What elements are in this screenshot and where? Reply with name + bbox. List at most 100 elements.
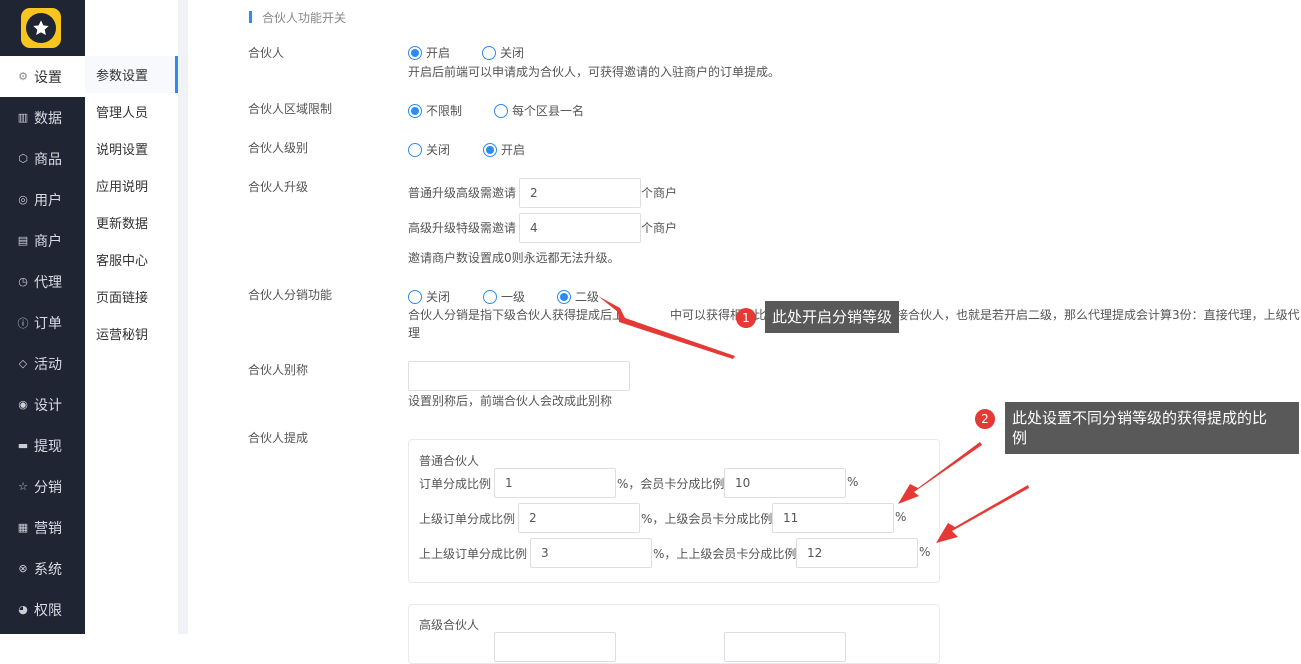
nav-item-label: 分销 [34,479,62,496]
submenu-item-0[interactable]: 参数设置 [85,56,178,93]
nav-item-label: 设计 [34,397,62,414]
nav-item-label: 提现 [34,438,62,455]
distribution-hint-part2: 中可以获得相应比例 [670,308,779,322]
submenu-item-3[interactable]: 应用说明 [85,167,178,204]
submenu-item-4[interactable]: 更新数据 [85,204,178,241]
level-radio-off[interactable]: 关闭 [408,141,450,158]
region-limit-label: 合伙人区域限制 [248,102,333,116]
nav-item-6[interactable]: ⓘ 订单 [0,302,85,343]
distribution-radio-off[interactable]: 关闭 [408,288,450,305]
radio-dot-icon [483,142,497,157]
radio-dot-icon [482,45,496,60]
card-icon: ▬ [17,439,29,452]
radio-dot-icon [408,45,422,60]
nav-item-label: 权限 [34,602,62,619]
advanced-upgrade-unit: 个商户 [641,221,678,235]
settings-submenu: 参数设置 管理人员 说明设置 应用说明 更新数据 客服中心 页面链接 运营秘钥 [85,0,178,634]
star-icon: ☆ [18,480,28,493]
nav-item-5[interactable]: ◷ 代理 [0,261,85,302]
nav-item-1[interactable]: ▥ 数据 [0,97,85,138]
palette-icon: ◉ [18,398,28,411]
partner-radio-on[interactable]: 开启 [408,44,450,61]
normal-upgrade-label: 普通升级高级需邀请 [408,186,517,200]
nav-item-12[interactable]: ⊗ 系统 [0,548,85,589]
normal-upgrade-input[interactable] [519,178,641,208]
alias-hint: 设置别称后，前端合伙人会改成此别称 [408,394,613,408]
submenu-item-7[interactable]: 运营秘钥 [85,315,178,352]
radio-dot-icon [408,103,422,118]
region-radio-one-per-county[interactable]: 每个区县一名 [494,102,584,119]
nav-item-label: 代理 [34,274,62,291]
annotation-badge-1: 1 [736,308,756,328]
store-icon: ▤ [17,234,29,247]
nav-item-label: 设置 [34,69,62,86]
partner-radio-off[interactable]: 关闭 [482,44,524,61]
clock-icon: ◷ [18,275,28,288]
app-logo[interactable] [21,8,61,48]
up-card-ratio-input[interactable] [772,503,894,533]
nav-item-label: 用户 [34,192,62,209]
alias-label: 合伙人别称 [248,363,309,377]
commission-label: 合伙人提成 [248,431,309,445]
normal-partner-title: 普通合伙人 [419,454,480,468]
distribution-hint-line2: 理 [408,326,421,340]
submenu-item-6[interactable]: 页面链接 [85,278,178,315]
region-radio-unlimited[interactable]: 不限制 [408,102,462,119]
content-gutter [178,0,188,634]
nav-item-11[interactable]: ▦ 营销 [0,507,85,548]
submenu-item-5[interactable]: 客服中心 [85,241,178,278]
nav-item-8[interactable]: ◉ 设计 [0,384,85,425]
section-title: 合伙人功能开关 [262,11,347,25]
bar-chart-icon: ▥ [17,111,29,124]
order-ratio-label: 订单分成比例 [419,477,492,491]
nav-item-label: 订单 [34,315,62,332]
nav-item-13[interactable]: ◕ 权限 [0,589,85,630]
submenu-item-2[interactable]: 说明设置 [85,130,178,167]
level-radio-on[interactable]: 开启 [483,141,525,158]
nav-item-0[interactable]: ⚙ 设置 [0,56,85,97]
upup-order-ratio-input[interactable] [530,538,652,568]
radio-dot-icon [408,289,422,304]
nav-item-7[interactable]: ◇ 活动 [0,343,85,384]
distribution-radio-level1[interactable]: 一级 [483,288,525,305]
upup-card-ratio-input[interactable] [796,538,918,568]
distribution-hint-part1: 合伙人分销是指下级合伙人获得提成后上 [408,308,625,322]
submenu-item-1[interactable]: 管理人员 [85,93,178,130]
nav-item-9[interactable]: ▬ 提现 [0,425,85,466]
annotation-tip-2-line2: 例 [1012,429,1028,447]
advanced-upgrade-input[interactable] [519,213,641,243]
nav-item-3[interactable]: ◎ 用户 [0,179,85,220]
cube-icon: ⬡ [18,152,28,165]
compass-icon: ◕ [18,603,28,616]
card-ratio-input[interactable] [724,468,846,498]
alias-input[interactable] [408,361,630,391]
distribution-radio-level2[interactable]: 二级 [557,288,599,305]
order-ratio-input[interactable] [494,468,616,498]
radio-dot-icon [483,289,497,304]
upgrade-hint: 邀请商户数设置成0则永远都无法升级。 [408,251,620,265]
annotation-tip-2: 此处设置不同分销等级的获得提成的比 例 [1005,402,1299,454]
annotation-tip-1: 此处开启分销等级 [765,301,900,333]
radio-dot-icon [557,289,571,304]
level-label: 合伙人级别 [248,141,309,155]
annotation-tip-2-line1: 此处设置不同分销等级的获得提成的比 [1012,409,1268,427]
section-accent-bar [249,11,252,23]
upup-card-ratio-percent: % [919,545,931,559]
partner-hint: 开启后前端可以申请成为合伙人，可获得邀请的入驻商户的订单提成。 [408,65,781,79]
gear-icon: ⚙ [18,70,28,83]
grid-icon: ▦ [17,521,29,534]
nav-item-4[interactable]: ▤ 商户 [0,220,85,261]
card-ratio-label: %，会员卡分成比例 [617,477,725,491]
radio-dot-icon [408,142,422,157]
up-order-ratio-input[interactable] [518,503,640,533]
upup-card-ratio-label: %，上上级会员卡分成比例 [653,547,797,561]
nav-item-label: 商品 [34,151,62,168]
nav-item-10[interactable]: ☆ 分销 [0,466,85,507]
up-order-ratio-label: 上级订单分成比例 [419,512,516,526]
advanced-card-input[interactable] [724,632,846,662]
main-sidebar: ⚙ 设置 ▥ 数据 ⬡ 商品 ◎ 用户 ▤ 商户 ◷ 代理 ⓘ 订单 ◇ 活动 ◉ 设计 ▬ 提现 ☆ 分销 ▦ 营销 ⊗ 系统 ◕… [0,0,85,634]
normal-upgrade-unit: 个商户 [641,186,678,200]
advanced-order-input[interactable] [494,632,616,662]
nav-item-2[interactable]: ⬡ 商品 [0,138,85,179]
partner-label: 合伙人 [248,46,285,60]
